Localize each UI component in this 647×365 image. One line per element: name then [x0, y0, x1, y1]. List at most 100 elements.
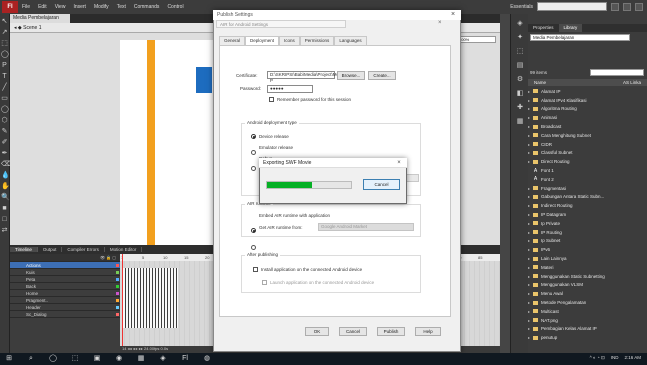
layer-row[interactable]: Peta — [10, 276, 120, 283]
minimize-button[interactable] — [611, 2, 619, 11]
close-icon[interactable]: × — [447, 10, 459, 20]
oval-tool-icon[interactable]: ◯ — [1, 106, 9, 113]
close-icon[interactable]: × — [393, 158, 405, 168]
library-item[interactable]: ▸ Metode Pengalamatan — [528, 298, 647, 307]
library-item[interactable]: ▸ Classful Subnet — [528, 149, 647, 158]
library-item[interactable]: ▸ IP Routing — [528, 228, 647, 237]
help-search-input[interactable] — [537, 2, 607, 11]
layer-row[interactable]: Header — [10, 304, 120, 311]
library-item[interactable]: A Font 2 — [528, 175, 647, 184]
app-icon[interactable]: ◈ — [158, 355, 168, 363]
tab-library[interactable]: Library — [558, 24, 583, 32]
ok-button[interactable]: OK — [305, 327, 329, 336]
library-search-input[interactable] — [590, 69, 644, 76]
menu-control[interactable]: Control — [167, 4, 183, 10]
library-item[interactable]: ▸ Gabungan Antara Static Subn... — [528, 193, 647, 202]
zoom-tool-icon[interactable]: 🔍 — [1, 194, 10, 201]
start-icon[interactable]: ⊞ — [4, 355, 14, 363]
cancel-button[interactable]: Cancel — [339, 327, 367, 336]
stroke-color-icon[interactable]: ■ — [1, 205, 8, 212]
language-indicator[interactable]: IND — [611, 355, 619, 361]
close-icon[interactable]: × — [438, 20, 442, 26]
layer-row[interactable]: Pragment.. — [10, 297, 120, 304]
library-item[interactable]: ▸ Menggunakan VLSM — [528, 281, 647, 290]
tab-general[interactable]: General — [219, 36, 246, 45]
eyedropper-tool-icon[interactable]: 💧 — [1, 172, 10, 179]
library-item[interactable]: ▸ Animasi — [528, 113, 647, 122]
ink-bottle-tool-icon[interactable]: ✒ — [1, 150, 8, 157]
library-item[interactable]: ▸ penutup — [528, 333, 647, 342]
emulator-release-radio[interactable] — [251, 150, 256, 155]
swatches-panel-icon[interactable]: ✦ — [515, 34, 525, 42]
maximize-button[interactable] — [623, 2, 631, 11]
tab-motion-editor[interactable]: Motion Editor — [105, 247, 143, 252]
close-window-button[interactable] — [635, 2, 643, 11]
browser-icon[interactable]: ◉ — [114, 355, 124, 363]
publish-button[interactable]: Publish — [377, 327, 405, 336]
help-button[interactable]: Help — [415, 327, 441, 336]
library-item[interactable]: ▸ Algoritma Routing — [528, 105, 647, 114]
document-tab[interactable]: Media Pembelajaran — [10, 14, 70, 23]
tab-properties[interactable]: Properties — [528, 24, 559, 32]
transform-panel-icon[interactable]: ⚙ — [515, 76, 525, 84]
text-tool-icon[interactable]: T — [1, 73, 8, 80]
library-item[interactable]: ▸ Lain Lainnya — [528, 254, 647, 263]
debug-radio[interactable] — [251, 166, 256, 171]
store-icon[interactable]: ▦ — [136, 355, 146, 363]
tab-permissions[interactable]: Permissions — [299, 36, 335, 45]
tab-output[interactable]: Output — [38, 247, 63, 252]
library-item[interactable]: A Font 1 — [528, 166, 647, 175]
fill-color-icon[interactable]: □ — [1, 216, 8, 223]
polystar-tool-icon[interactable]: ⬡ — [1, 117, 8, 124]
menu-commands[interactable]: Commands — [134, 4, 160, 10]
library-item[interactable]: ▸ Materi — [528, 263, 647, 272]
library-item[interactable]: ▸ IPv6 — [528, 245, 647, 254]
library-item[interactable]: ▸ Pembagian Kelas Alamat IP — [528, 325, 647, 334]
library-linkage-column[interactable]: AS Linka — [623, 80, 641, 85]
scene-label[interactable]: Scene 1 — [23, 25, 41, 31]
library-name-column[interactable]: Name — [534, 80, 546, 85]
brush-tool-icon[interactable]: ✐ — [1, 139, 8, 146]
export-cancel-button[interactable]: Cancel — [363, 179, 400, 190]
menu-modify[interactable]: Modify — [94, 4, 109, 10]
layer-row[interactable]: Actions — [10, 262, 120, 269]
pencil-tool-icon[interactable]: ✎ — [1, 128, 8, 135]
library-item[interactable]: ▸ Cara Menghitung Subnet — [528, 131, 647, 140]
layer-row[interactable]: Kuis — [10, 269, 120, 276]
motion-presets-icon[interactable]: ✚ — [515, 104, 525, 112]
library-header[interactable]: Name AS Linka — [528, 79, 647, 86]
subselection-tool-icon[interactable]: ↗ — [1, 29, 8, 36]
tab-timeline[interactable]: Timeline — [10, 247, 38, 252]
color-panel-icon[interactable]: ◈ — [515, 20, 525, 28]
menu-view[interactable]: View — [55, 4, 66, 10]
playhead[interactable] — [122, 254, 123, 353]
launch-app-checkbox[interactable] — [262, 280, 267, 285]
create-button[interactable]: Create... — [368, 71, 396, 80]
library-document-select[interactable]: Media Pembelajaran — [530, 34, 630, 41]
clock[interactable]: 2:16 AM — [624, 355, 641, 361]
tray-icons[interactable]: ^ ◐ ◔ ⊡ — [590, 355, 605, 361]
get-runtime-radio[interactable] — [251, 245, 256, 250]
blue-rectangle-shape[interactable] — [196, 67, 212, 93]
library-item[interactable]: ▸ Alamat IPv4 Klasifikasi — [528, 96, 647, 105]
chrome-icon[interactable]: ◍ — [202, 355, 212, 363]
library-item[interactable]: ▸ Menu Awal — [528, 289, 647, 298]
tab-compiler-errors[interactable]: Compiler Errors — [62, 247, 105, 252]
library-item[interactable]: ▸ Multicast — [528, 307, 647, 316]
library-item[interactable]: ▸ IP Datagram — [528, 210, 647, 219]
library-item[interactable]: ▸ CIDR — [528, 140, 647, 149]
flash-taskbar-icon[interactable]: Fl — [180, 355, 190, 363]
menu-file[interactable]: File — [22, 4, 30, 10]
library-item[interactable]: ▸ Broadcast — [528, 122, 647, 131]
free-transform-tool-icon[interactable]: ⬚ — [1, 40, 8, 47]
layer-row[interactable]: Home — [10, 290, 120, 297]
install-app-checkbox[interactable] — [253, 267, 258, 272]
align-panel-icon[interactable]: ⬚ — [515, 48, 525, 56]
layer-row[interactable]: Sc_Dialog — [10, 311, 120, 318]
task-view-icon[interactable]: ⬚ — [70, 355, 80, 363]
lasso-tool-icon[interactable]: ◯ — [1, 51, 9, 58]
selection-tool-icon[interactable]: ↖ — [1, 18, 8, 25]
rectangle-tool-icon[interactable]: ▭ — [1, 95, 8, 102]
file-explorer-icon[interactable]: ▣ — [92, 355, 102, 363]
line-tool-icon[interactable]: ╱ — [1, 84, 8, 91]
